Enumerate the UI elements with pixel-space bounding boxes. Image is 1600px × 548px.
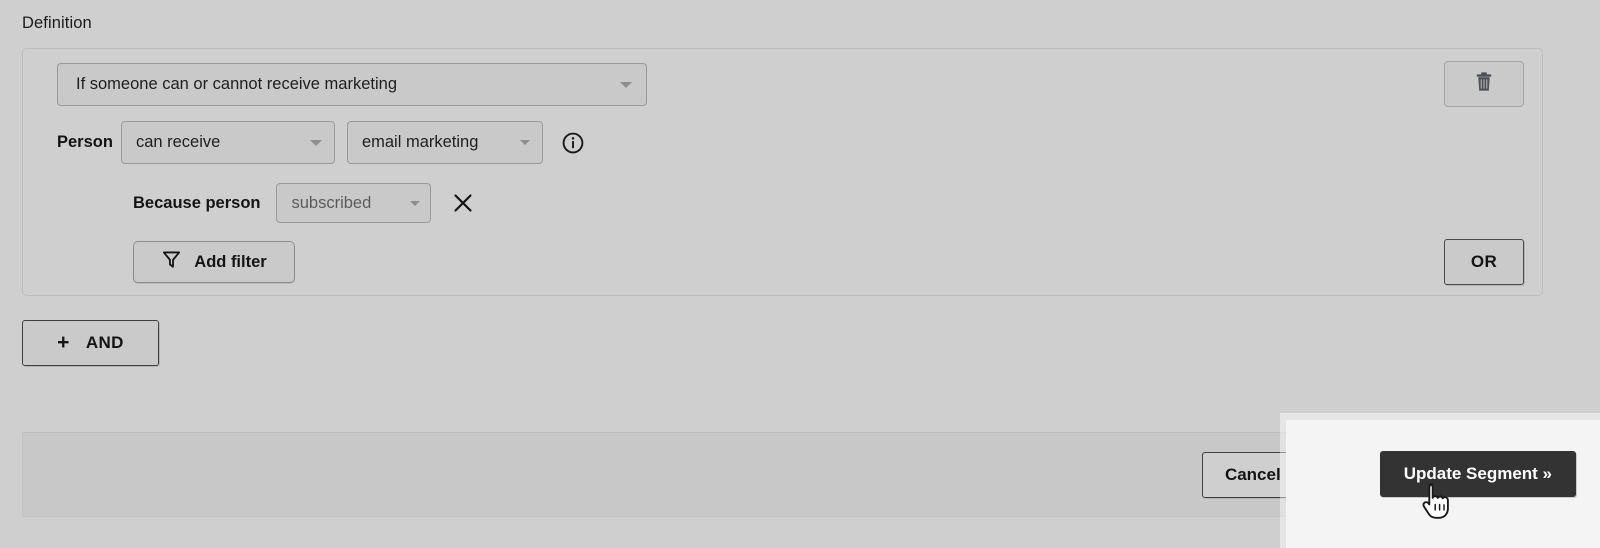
info-circle-icon[interactable] [561,131,585,155]
filter-funnel-icon [161,249,182,275]
because-row-label: Because person [133,193,261,212]
add-filter-label: Add filter [194,252,267,271]
because-reason-select[interactable]: subscribed [276,183,432,223]
person-row-label: Person [57,133,113,151]
or-operator-button[interactable]: OR [1444,239,1524,285]
person-channel-value: email marketing [361,133,479,151]
because-reason-value: subscribed [291,193,372,212]
trash-icon [1475,71,1493,97]
page-title: Definition [22,14,92,32]
person-channel-select[interactable]: email marketing [346,121,543,164]
chevron-down-icon [620,81,632,88]
person-condition-row: Person can receive email marketing [57,121,585,164]
and-button-label: AND [85,333,124,352]
because-condition-row: Because person subscribed [133,183,475,223]
footer-actions-highlighted: Cancel Update Segment » [1260,451,1576,497]
chevron-down-icon [309,139,322,146]
plus-icon: + [57,330,70,354]
definition-group-card: If someone can or cannot receive marketi… [22,48,1543,296]
delete-group-button[interactable] [1444,61,1524,107]
condition-type-select[interactable]: If someone can or cannot receive marketi… [57,63,647,106]
person-operator-select[interactable]: can receive [120,121,335,164]
add-filter-button[interactable]: Add filter [133,241,295,283]
update-segment-button-focused[interactable]: Update Segment » [1379,451,1576,497]
chevron-down-icon [410,200,421,206]
person-operator-value: can receive [135,133,221,151]
chevron-down-icon [519,140,530,145]
condition-type-value: If someone can or cannot receive marketi… [76,75,398,93]
add-and-group-button[interactable]: + AND [22,320,159,366]
close-x-icon[interactable] [451,191,475,215]
